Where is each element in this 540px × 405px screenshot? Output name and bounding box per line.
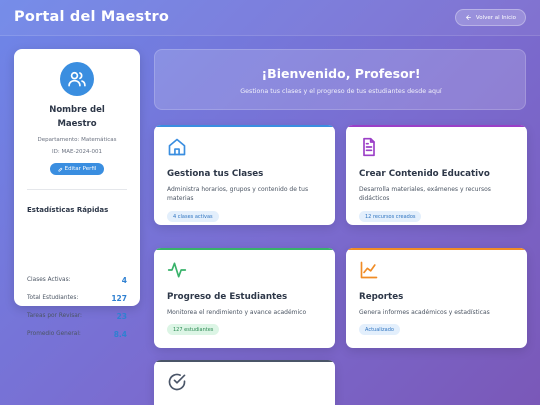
home-icon	[167, 137, 187, 157]
welcome-subtitle: Gestiona tus clases y el progreso de tus…	[240, 88, 442, 95]
card-accent-bar	[346, 248, 527, 250]
avatar	[60, 62, 94, 96]
stat-row-total-students: Total Estudiantes: 127	[27, 293, 127, 303]
edit-profile-button[interactable]: Editar Perfil	[50, 163, 104, 175]
back-button-label: Volver al Inicio	[475, 14, 516, 21]
card-reports[interactable]: Reportes Genera informes académicos y es…	[346, 248, 527, 348]
card-create-content[interactable]: Crear Contenido Educativo Desarrolla mat…	[346, 125, 527, 225]
card-accent-bar	[154, 248, 335, 250]
card-badge: 127 estudiantes	[167, 324, 220, 335]
stat-label: Clases Activas:	[27, 277, 71, 283]
card-description: Desarrolla materiales, exámenes y recurs…	[359, 186, 491, 202]
card-tasks[interactable]	[154, 360, 335, 405]
stat-row-tasks-to-review: Tareas por Revisar: 23	[27, 311, 127, 321]
card-badge: Actualizado	[359, 324, 400, 335]
card-accent-bar	[346, 125, 527, 127]
activity-icon	[167, 260, 187, 280]
card-description: Genera informes académicos y estadística…	[359, 309, 490, 316]
app-title: Portal del Maestro	[14, 9, 170, 25]
stat-value: 8.4	[113, 329, 127, 339]
teacher-id: ID: MAE-2024-001	[52, 149, 102, 155]
card-description: Administra horarios, grupos y contenido …	[167, 186, 309, 202]
stats-title: Estadísticas Rápidas	[27, 206, 109, 214]
edit-icon	[58, 167, 62, 171]
stat-label: Tareas por Revisar:	[27, 313, 83, 319]
stat-value: 23	[116, 311, 127, 321]
teacher-department: Departamento: Matemáticas	[37, 137, 117, 143]
profile-card: Nombre del Maestro Departamento: Matemát…	[14, 49, 140, 339]
card-student-progress[interactable]: Progreso de Estudiantes Monitorea el ren…	[154, 248, 335, 348]
welcome-banner: ¡Bienvenido, Profesor! Gestiona tus clas…	[154, 49, 526, 110]
stat-row-active-classes: Clases Activas: 4	[27, 275, 127, 285]
card-badge: 4 clases activas	[167, 211, 219, 222]
card-description: Monitorea el rendimiento y avance académ…	[167, 309, 307, 316]
stat-value: 127	[111, 293, 127, 303]
users-icon	[68, 71, 86, 87]
card-accent-bar	[154, 360, 335, 362]
back-to-home-button[interactable]: Volver al Inicio	[454, 9, 526, 26]
stat-row-general-average: Promedio General: 8.4	[27, 329, 127, 339]
divider	[27, 189, 127, 190]
teacher-name: Nombre del Maestro	[49, 105, 105, 129]
card-badge: 12 recursos creados	[359, 211, 422, 222]
card-title: Gestiona tus Clases	[167, 169, 264, 179]
card-title: Progreso de Estudiantes	[167, 292, 288, 302]
arrow-left-icon	[466, 15, 471, 20]
stat-label: Total Estudiantes:	[27, 295, 79, 301]
card-title: Reportes	[359, 292, 404, 302]
card-title: Crear Contenido Educativo	[359, 169, 490, 179]
stat-value: 4	[121, 275, 127, 285]
document-icon	[359, 137, 379, 157]
card-manage-classes[interactable]: Gestiona tus Clases Administra horarios,…	[154, 125, 335, 225]
stat-label: Promedio General:	[27, 331, 81, 337]
chart-icon	[359, 260, 379, 280]
top-bar: Portal del Maestro Volver al Inicio	[0, 0, 540, 36]
edit-profile-label: Editar Perfil	[64, 166, 97, 172]
welcome-title: ¡Bienvenido, Profesor!	[261, 66, 421, 81]
check-circle-icon	[167, 372, 187, 392]
card-accent-bar	[154, 125, 335, 127]
